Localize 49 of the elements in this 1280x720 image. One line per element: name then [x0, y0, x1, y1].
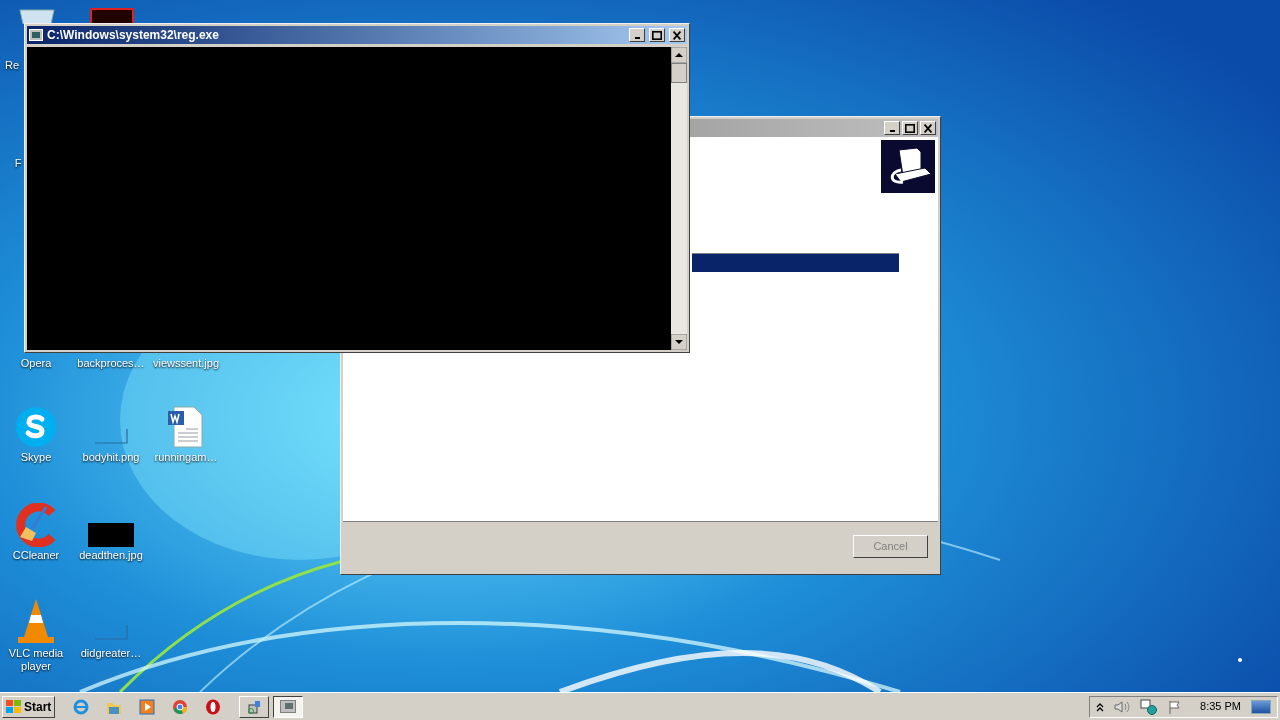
play-icon[interactable] — [139, 698, 156, 715]
console-icon — [29, 29, 43, 41]
image-file-icon — [94, 624, 128, 640]
minimize-button[interactable] — [629, 28, 645, 42]
scroll-thumb[interactable] — [671, 63, 687, 83]
speaker-icon[interactable] — [1114, 699, 1131, 714]
desktop-icon-label[interactable]: F — [14, 157, 22, 170]
desktop-icon-label[interactable]: viewssent.jpg — [152, 357, 219, 370]
desktop-icon-label[interactable]: bodyhit.png — [82, 451, 140, 464]
opera-icon[interactable] — [205, 698, 222, 715]
maximize-icon — [652, 30, 662, 40]
desktop-icon-label[interactable]: didgreater… — [80, 647, 142, 660]
windows-logo-icon — [6, 699, 22, 714]
scrollbar[interactable] — [671, 47, 687, 350]
skype-icon — [14, 405, 58, 449]
desktop-icon-label[interactable]: Re — [4, 59, 20, 72]
flag-icon[interactable] — [1168, 699, 1183, 714]
close-icon — [924, 123, 932, 133]
maximize-button[interactable] — [649, 28, 665, 42]
start-button[interactable]: Start — [2, 695, 56, 718]
desktop-icon-label[interactable]: Opera — [20, 357, 52, 370]
desktop-icon-label[interactable]: backproces… — [77, 357, 145, 370]
close-button[interactable] — [920, 121, 936, 135]
computer-setup-icon — [881, 140, 935, 193]
desktop-icon-label[interactable]: CCleaner — [12, 549, 60, 562]
window-title: C:\Windows\system32\reg.exe — [47, 27, 220, 44]
image-file-icon — [94, 428, 128, 444]
clock[interactable]: 8:35 PM — [1200, 698, 1241, 715]
maximize-button[interactable] — [902, 121, 918, 135]
show-desktop-button[interactable] — [1251, 699, 1271, 714]
console-icon — [280, 700, 297, 713]
maximize-icon — [905, 123, 915, 133]
desktop-icon-label[interactable]: deadthen.jpg — [79, 549, 143, 562]
desktop-icon-label[interactable]: VLC media player — [0, 647, 72, 673]
installer-icon — [246, 698, 263, 715]
desktop-icon-label[interactable]: Skype — [20, 451, 52, 464]
image-thumbnail-icon — [88, 523, 134, 547]
chrome-icon[interactable] — [172, 698, 189, 715]
taskbar-button[interactable] — [273, 695, 304, 718]
close-button[interactable] — [669, 28, 685, 42]
scroll-up-icon[interactable] — [671, 47, 687, 63]
chevron-up-icon[interactable] — [1096, 701, 1105, 712]
minimize-icon — [889, 130, 895, 132]
network-icon[interactable] — [1140, 698, 1159, 715]
minimize-button[interactable] — [884, 121, 900, 135]
close-icon — [673, 30, 681, 40]
scroll-down-icon[interactable] — [671, 334, 687, 350]
desktop-icon-label[interactable]: runningam… — [154, 451, 218, 464]
minimize-icon — [634, 37, 640, 39]
